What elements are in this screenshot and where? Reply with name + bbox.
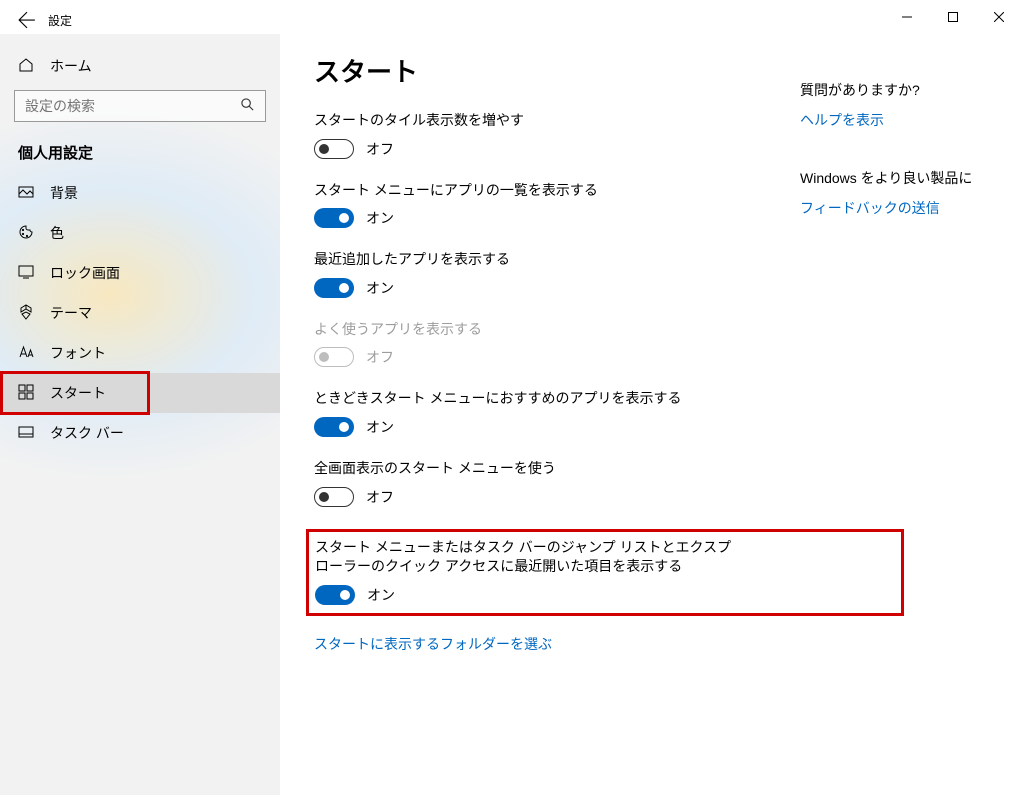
toggle-state: オン bbox=[366, 208, 394, 228]
close-button[interactable] bbox=[976, 0, 1022, 34]
setting-1: スタート メニューにアプリの一覧を表示する オン bbox=[314, 181, 764, 229]
toggle-state: オフ bbox=[366, 347, 394, 367]
toggle-state: オン bbox=[366, 417, 394, 437]
setting-0: スタートのタイル表示数を増やす オフ bbox=[314, 111, 764, 159]
toggle-switch[interactable] bbox=[314, 487, 354, 507]
title-bar: 設定 bbox=[0, 0, 1024, 34]
setting-label: よく使うアプリを表示する bbox=[314, 320, 764, 340]
search-input[interactable] bbox=[25, 98, 240, 114]
sidebar: ホーム 個人用設定 背景色ロック画面テーマフォントスタートタスク バー bbox=[0, 34, 280, 795]
sidebar-item-label: タスク バー bbox=[50, 423, 124, 443]
folder-link[interactable]: スタートに表示するフォルダーを選ぶ bbox=[314, 634, 764, 654]
toggle-switch bbox=[314, 347, 354, 367]
home-icon bbox=[18, 57, 34, 76]
help-title: 質問がありますか? bbox=[800, 80, 990, 100]
sidebar-item-lockscreen[interactable]: ロック画面 bbox=[0, 253, 280, 293]
setting-5: 全画面表示のスタート メニューを使う オフ bbox=[314, 459, 764, 507]
setting-label: 最近追加したアプリを表示する bbox=[314, 250, 764, 270]
sidebar-item-label: テーマ bbox=[50, 303, 92, 323]
sidebar-item-color[interactable]: 色 bbox=[0, 213, 280, 253]
sidebar-item-label: 背景 bbox=[50, 183, 78, 203]
toggle-state: オフ bbox=[366, 139, 394, 159]
setting-label: スタートのタイル表示数を増やす bbox=[314, 111, 764, 131]
sidebar-item-label: フォント bbox=[50, 343, 106, 363]
toggle-switch[interactable] bbox=[314, 139, 354, 159]
taskbar-icon bbox=[18, 424, 34, 443]
font-icon bbox=[18, 344, 34, 363]
search-icon bbox=[240, 97, 255, 115]
theme-icon bbox=[18, 304, 34, 323]
background-icon bbox=[18, 184, 34, 203]
setting-2: 最近追加したアプリを表示する オン bbox=[314, 250, 764, 298]
setting-3: よく使うアプリを表示する オフ bbox=[314, 320, 764, 368]
page-title: スタート bbox=[314, 52, 764, 89]
setting-4: ときどきスタート メニューにおすすめのアプリを表示する オン bbox=[314, 389, 764, 437]
toggle-switch[interactable] bbox=[314, 417, 354, 437]
color-icon bbox=[18, 224, 34, 243]
toggle-switch[interactable] bbox=[314, 208, 354, 228]
setting-label: ときどきスタート メニューにおすすめのアプリを表示する bbox=[314, 389, 764, 409]
toggle-state: オン bbox=[366, 278, 394, 298]
home-label: ホーム bbox=[50, 56, 92, 76]
sidebar-item-start[interactable]: スタート bbox=[0, 373, 280, 413]
sidebar-item-label: 色 bbox=[50, 223, 64, 243]
start-icon bbox=[18, 384, 34, 403]
toggle-switch[interactable] bbox=[315, 585, 355, 605]
back-button[interactable] bbox=[18, 11, 36, 29]
search-box[interactable] bbox=[14, 90, 266, 122]
sidebar-item-label: スタート bbox=[50, 383, 106, 403]
lockscreen-icon bbox=[18, 264, 34, 283]
sidebar-item-theme[interactable]: テーマ bbox=[0, 293, 280, 333]
sidebar-item-font[interactable]: フォント bbox=[0, 333, 280, 373]
section-header: 個人用設定 bbox=[0, 136, 280, 173]
home-nav[interactable]: ホーム bbox=[0, 46, 280, 86]
aside: 質問がありますか? ヘルプを表示 Windows をより良い製品に フィードバッ… bbox=[800, 52, 990, 777]
maximize-button[interactable] bbox=[930, 0, 976, 34]
toggle-state: オフ bbox=[366, 487, 394, 507]
feedback-link[interactable]: フィードバックの送信 bbox=[800, 198, 990, 218]
setting-label: 全画面表示のスタート メニューを使う bbox=[314, 459, 764, 479]
toggle-switch[interactable] bbox=[314, 278, 354, 298]
toggle-state: オン bbox=[367, 585, 395, 605]
window-title: 設定 bbox=[48, 12, 72, 29]
help-link[interactable]: ヘルプを表示 bbox=[800, 110, 990, 130]
content: スタート スタートのタイル表示数を増やす オフ スタート メニューにアプリの一覧… bbox=[314, 52, 764, 777]
feedback-title: Windows をより良い製品に bbox=[800, 168, 990, 188]
sidebar-item-background[interactable]: 背景 bbox=[0, 173, 280, 213]
minimize-button[interactable] bbox=[884, 0, 930, 34]
setting-label: スタート メニューにアプリの一覧を表示する bbox=[314, 181, 764, 201]
sidebar-item-label: ロック画面 bbox=[50, 263, 120, 283]
sidebar-item-taskbar[interactable]: タスク バー bbox=[0, 413, 280, 453]
